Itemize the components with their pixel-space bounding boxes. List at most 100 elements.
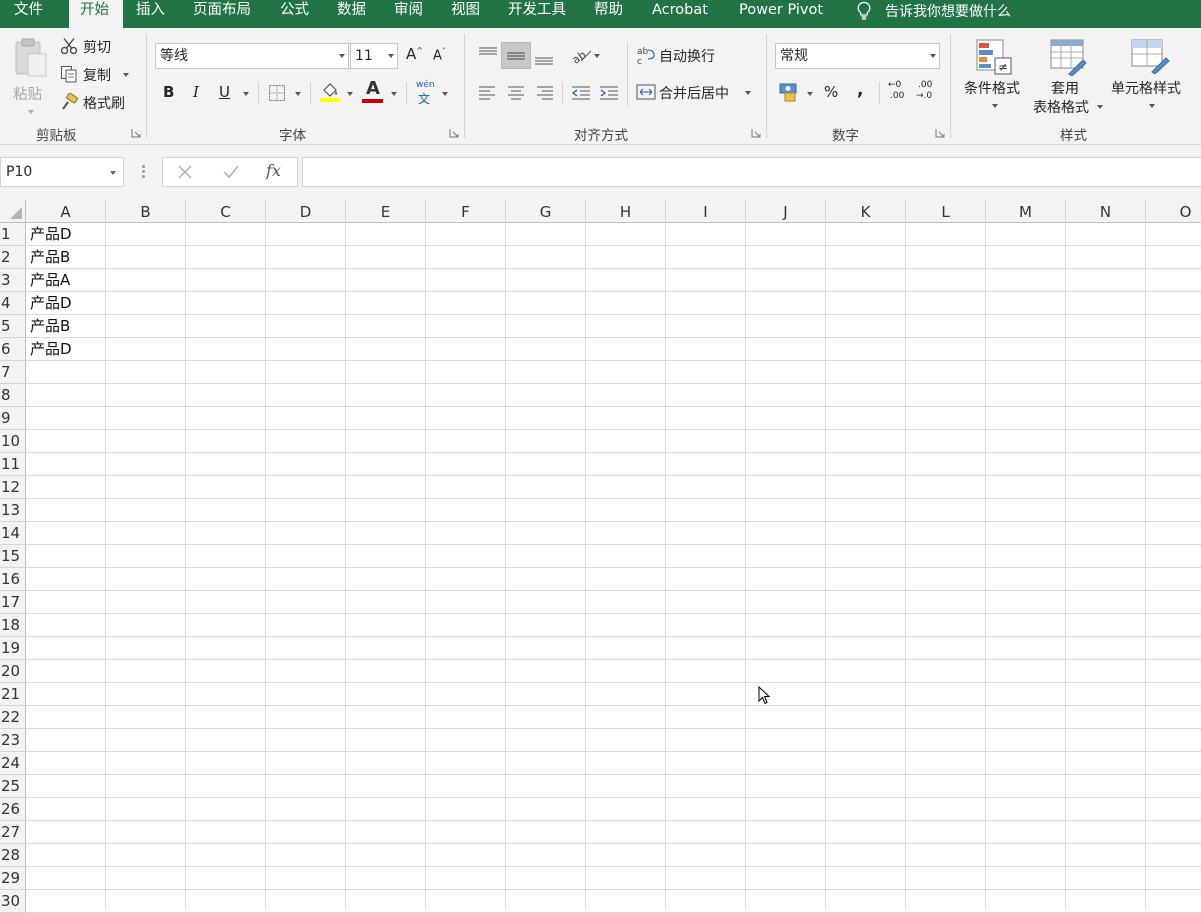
row-header[interactable]: 28 [0,844,26,867]
cell-styles-button[interactable]: 单元格样式 [1108,36,1201,116]
cells-area[interactable]: 产品D 产品B 产品A 产品D 产品B 产品D [26,223,1201,913]
cell-A1[interactable]: 产品D [30,223,72,246]
row-header[interactable]: 4 [0,292,26,315]
row-header[interactable]: 24 [0,752,26,775]
column-header[interactable]: E [346,200,426,223]
accounting-dropdown-icon[interactable] [807,92,813,96]
comma-style-button[interactable]: , [857,80,863,100]
column-header[interactable]: D [266,200,346,223]
insert-function-button[interactable]: fx [266,161,281,180]
cell-A4[interactable]: 产品D [30,292,72,315]
worksheet-grid[interactable]: A B C D E F G H I J K L M N O 1234567891… [0,200,1201,913]
row-header[interactable]: 21 [0,683,26,706]
column-header[interactable]: M [986,200,1066,223]
align-left-icon[interactable] [478,85,498,101]
row-header[interactable]: 14 [0,522,26,545]
row-header[interactable]: 29 [0,867,26,890]
row-header[interactable]: 19 [0,637,26,660]
column-header[interactable]: L [906,200,986,223]
fill-color-icon[interactable] [319,80,341,102]
decrease-font-size-button[interactable]: Aˇ [433,47,446,63]
row-header[interactable]: 30 [0,890,26,913]
format-as-table-button[interactable]: 套用 表格格式 [1030,36,1108,116]
tab-review[interactable]: 审阅 [394,0,423,28]
merge-dropdown-icon[interactable] [745,91,751,95]
row-header[interactable]: 13 [0,499,26,522]
dialog-launcher-icon[interactable] [751,128,761,138]
align-top-icon[interactable] [478,46,498,62]
borders-icon[interactable] [268,84,286,102]
column-header[interactable]: N [1066,200,1146,223]
tab-developer[interactable]: 开发工具 [508,0,566,28]
column-header[interactable]: A [26,200,106,223]
tab-view[interactable]: 视图 [451,0,480,28]
column-header[interactable]: C [186,200,266,223]
select-all-button[interactable] [0,200,26,223]
cell-A2[interactable]: 产品B [30,246,70,269]
row-header[interactable]: 27 [0,821,26,844]
orientation-icon[interactable]: ab [571,45,593,65]
tab-formulas[interactable]: 公式 [280,0,309,28]
row-header[interactable]: 25 [0,775,26,798]
copy-button[interactable]: 复制 [60,64,134,86]
tab-home[interactable]: 开始 [69,0,123,28]
row-header[interactable]: 5 [0,315,26,338]
column-header[interactable]: K [826,200,906,223]
cell-A6[interactable]: 产品D [30,338,72,361]
merge-center-button[interactable]: 合并后居中 [636,81,756,105]
row-header[interactable]: 16 [0,568,26,591]
decrease-decimal-button[interactable]: .00 →.0 [916,80,940,106]
underline-button[interactable]: U [219,83,230,101]
orientation-dropdown-icon[interactable] [594,54,600,58]
column-header[interactable]: J [746,200,826,223]
font-size-select[interactable]: 11 [350,43,398,69]
row-header[interactable]: 22 [0,706,26,729]
row-header[interactable]: 18 [0,614,26,637]
row-header[interactable]: 6 [0,338,26,361]
row-header[interactable]: 3 [0,269,26,292]
dialog-launcher-icon[interactable] [935,128,945,138]
row-header[interactable]: 1 [0,223,26,246]
cell-A5[interactable]: 产品B [30,315,70,338]
row-header[interactable]: 12 [0,476,26,499]
percent-style-button[interactable]: % [824,83,838,101]
column-header[interactable]: F [426,200,506,223]
name-box[interactable]: P10 [0,157,124,187]
tab-data[interactable]: 数据 [337,0,366,28]
row-header[interactable]: 7 [0,361,26,384]
row-header[interactable]: 9 [0,407,26,430]
borders-dropdown-icon[interactable] [295,92,301,96]
cancel-icon[interactable] [177,164,193,180]
number-format-select[interactable]: 常规 [775,43,940,69]
column-header[interactable]: H [586,200,666,223]
cell-A3[interactable]: 产品A [30,269,70,292]
tab-page-layout[interactable]: 页面布局 [193,0,251,28]
underline-dropdown-icon[interactable] [243,92,249,96]
decrease-indent-icon[interactable] [571,85,591,101]
align-right-icon[interactable] [534,85,554,101]
row-header[interactable]: 8 [0,384,26,407]
bold-button[interactable]: B [163,83,174,101]
font-name-select[interactable]: 等线 [155,43,349,69]
row-header[interactable]: 20 [0,660,26,683]
copy-dropdown-icon[interactable] [123,73,129,77]
column-header[interactable]: I [666,200,746,223]
row-header[interactable]: 15 [0,545,26,568]
accounting-format-icon[interactable] [779,81,803,103]
font-color-dropdown-icon[interactable] [391,92,397,96]
enter-check-icon[interactable] [222,164,240,180]
wrap-text-button[interactable]: ab c 自动换行 [636,44,746,68]
row-header[interactable]: 11 [0,453,26,476]
italic-button[interactable]: I [193,83,199,101]
tab-file[interactable]: 文件 [14,0,43,28]
tab-acrobat[interactable]: Acrobat [652,0,708,28]
tab-power-pivot[interactable]: Power Pivot [739,0,823,28]
tab-insert[interactable]: 插入 [136,0,165,28]
align-middle-button[interactable] [501,42,531,69]
column-header[interactable]: O [1146,200,1201,223]
dialog-launcher-icon[interactable] [449,128,459,138]
row-header[interactable]: 26 [0,798,26,821]
fill-color-dropdown-icon[interactable] [347,92,353,96]
format-painter-button[interactable]: 格式刷 [60,92,134,114]
formula-bar-splitter[interactable] [142,165,145,179]
